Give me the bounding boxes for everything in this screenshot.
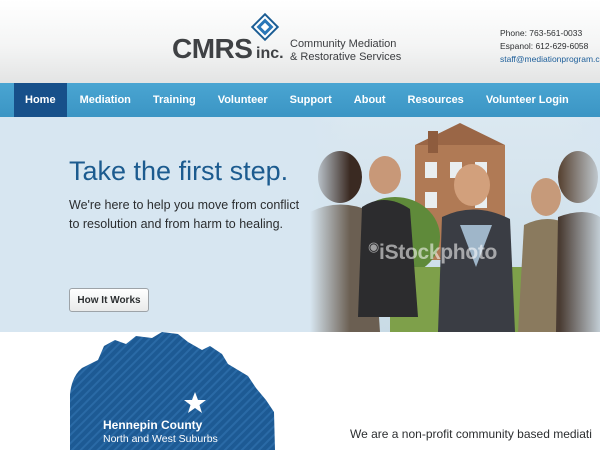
nav-item-volunteer[interactable]: Volunteer: [207, 83, 279, 117]
contact-espanol: Espanol: 612-629-6058: [500, 41, 589, 51]
contact-phone: Phone: 763-561-0033: [500, 28, 583, 38]
contact-email-link[interactable]: staff@mediationprogram.c: [500, 53, 600, 66]
main-nav: Home Mediation Training Volunteer Suppor…: [0, 83, 600, 117]
hero-banner: Take the first step. We're here to help …: [0, 117, 600, 332]
map-title: Hennepin County: [103, 418, 203, 432]
hero-subtitle: We're here to help you move from conflic…: [69, 198, 300, 231]
nav-item-home[interactable]: Home: [14, 83, 67, 117]
watermark-icon: ◉: [368, 239, 380, 254]
logo-tagline: Community Mediation & Restorative Servic…: [290, 38, 401, 64]
nav-item-training[interactable]: Training: [142, 83, 207, 117]
istockphoto-watermark: ◉iStockphoto: [368, 239, 497, 265]
tagline-line-2: & Restorative Services: [290, 51, 402, 63]
site-logo[interactable]: CMRS inc. Community Mediation & Restorat…: [172, 14, 402, 74]
hero-photo: ◉iStockphoto: [310, 117, 600, 332]
map-label: Hennepin County North and West Suburbs: [103, 418, 218, 446]
watermark-text: iStockphoto: [379, 241, 498, 264]
logo-inc: inc.: [256, 45, 284, 62]
hero-photo-illustration: [310, 117, 600, 332]
hennepin-county-map[interactable]: Hennepin County North and West Suburbs: [70, 332, 275, 450]
nav-item-resources[interactable]: Resources: [397, 83, 475, 117]
content-section: Hennepin County North and West Suburbs W…: [0, 332, 600, 450]
logo-diamond-icon: [253, 15, 277, 39]
nav-item-support[interactable]: Support: [279, 83, 343, 117]
hero-title: Take the first step.: [69, 156, 289, 186]
contact-info: Phone: 763-561-0033 Espanol: 612-629-605…: [500, 27, 600, 66]
tagline-line-1: Community Mediation: [290, 38, 397, 50]
site-header: CMRS inc. Community Mediation & Restorat…: [0, 0, 600, 83]
hero-text: Take the first step. We're here to help …: [69, 157, 309, 234]
nav-item-volunteer-login[interactable]: Volunteer Login: [475, 83, 580, 117]
map-subtitle: North and West Suburbs: [103, 433, 218, 445]
how-it-works-button[interactable]: How It Works: [69, 288, 149, 312]
nav-item-mediation[interactable]: Mediation: [69, 83, 142, 117]
logo-wordmark: CMRS: [172, 33, 253, 64]
intro-text: We are a non-profit community based medi…: [350, 427, 592, 441]
nav-item-about[interactable]: About: [343, 83, 397, 117]
